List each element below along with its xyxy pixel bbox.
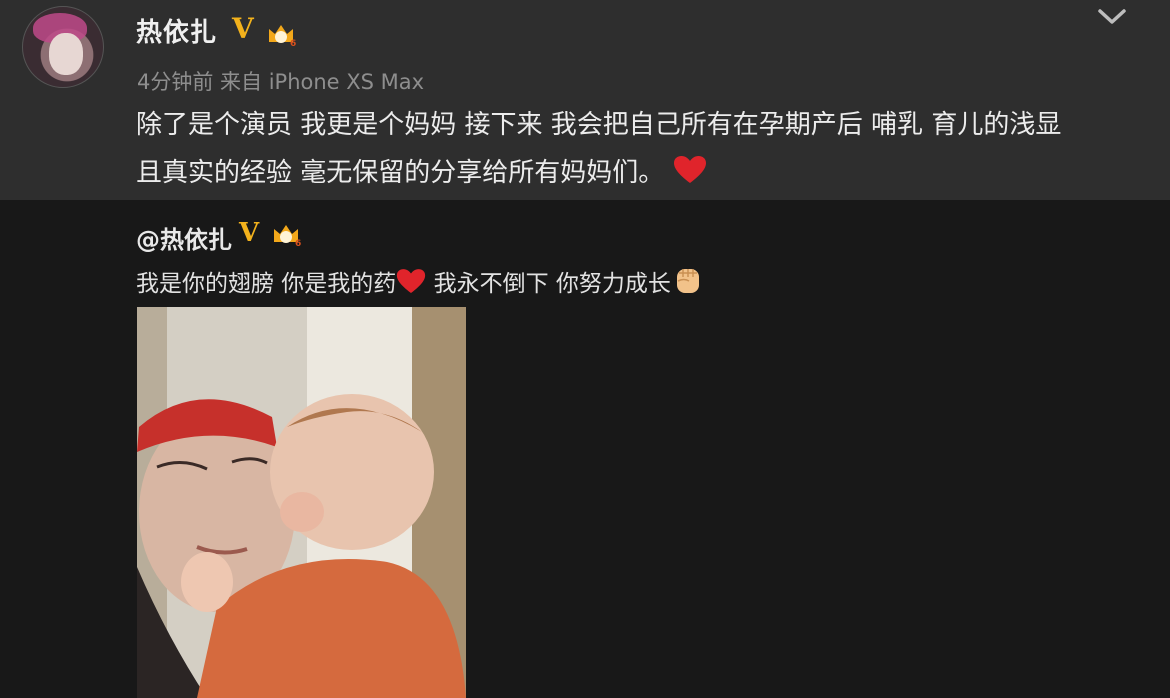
post-username[interactable]: 热依扎 xyxy=(136,12,217,49)
repost-verified-badge-icon: V xyxy=(239,218,260,248)
repost-crown-level-icon: 6 xyxy=(274,225,301,248)
raised-fist-icon xyxy=(676,269,699,293)
avatar[interactable] xyxy=(22,6,104,88)
avatar-face xyxy=(49,33,83,75)
post-meta: 4分钟前 来自 iPhone XS Max xyxy=(137,70,425,94)
repost-photo[interactable] xyxy=(137,307,466,698)
crown-level-icon: 6 xyxy=(269,25,296,48)
svg-text:6: 6 xyxy=(290,39,296,48)
original-post-card: 热依扎 V 6 4分钟前 来自 iPhone XS Max 除了是个演员 我更是… xyxy=(0,0,1170,200)
repost-mention[interactable]: @热依扎 xyxy=(136,226,232,254)
post-text-line2-content: 且真实的经验 毫无保留的分享给所有妈妈们。 xyxy=(136,158,665,188)
repost-text-part2: 我永不倒下 你努力成长 xyxy=(426,271,671,297)
chevron-down-icon[interactable] xyxy=(1096,6,1128,28)
post-text-line2: 且真实的经验 毫无保留的分享给所有妈妈们。 xyxy=(136,155,707,186)
heart-icon xyxy=(397,269,426,293)
repost-text-part1: 我是你的翅膀 你是我的药 xyxy=(136,271,397,297)
verified-badge-icon: V xyxy=(232,12,254,45)
svg-text:6: 6 xyxy=(295,239,301,248)
photo-mother-kissing-baby xyxy=(137,307,466,698)
heart-icon xyxy=(673,156,706,183)
repost-text: 我是你的翅膀 你是我的药 我永不倒下 你努力成长 xyxy=(136,263,705,298)
post-text-line1: 除了是个演员 我更是个妈妈 接下来 我会把自己所有在孕期产后 哺乳 育儿的浅显 xyxy=(136,110,1062,140)
repost-author[interactable]: @热依扎 xyxy=(136,220,232,255)
